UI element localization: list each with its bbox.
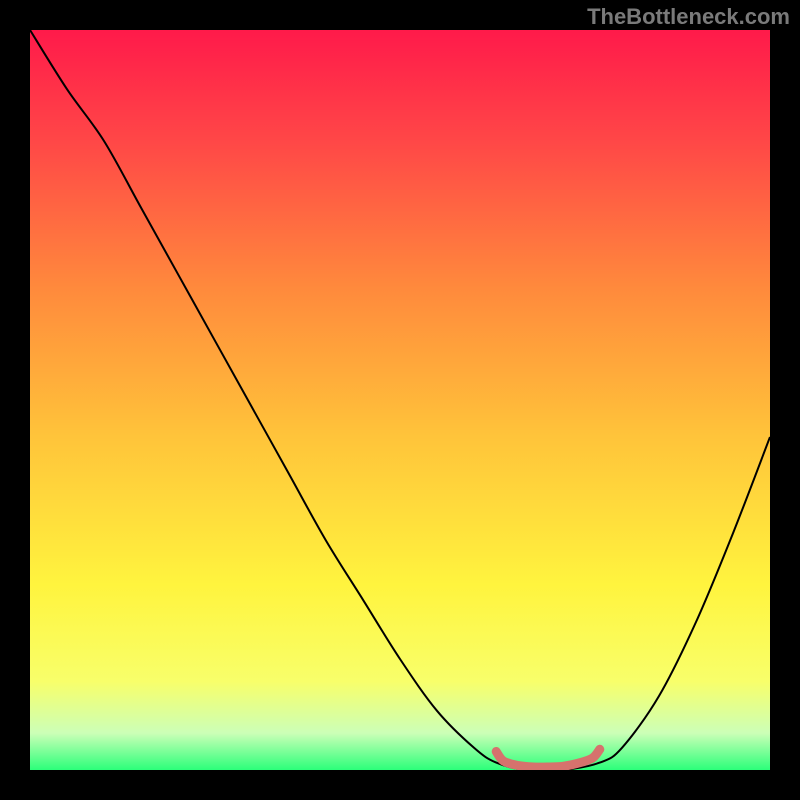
chart-frame: TheBottleneck.com (0, 0, 800, 800)
attribution-text: TheBottleneck.com (587, 4, 790, 30)
chart-svg (30, 30, 770, 770)
plot-area (30, 30, 770, 770)
